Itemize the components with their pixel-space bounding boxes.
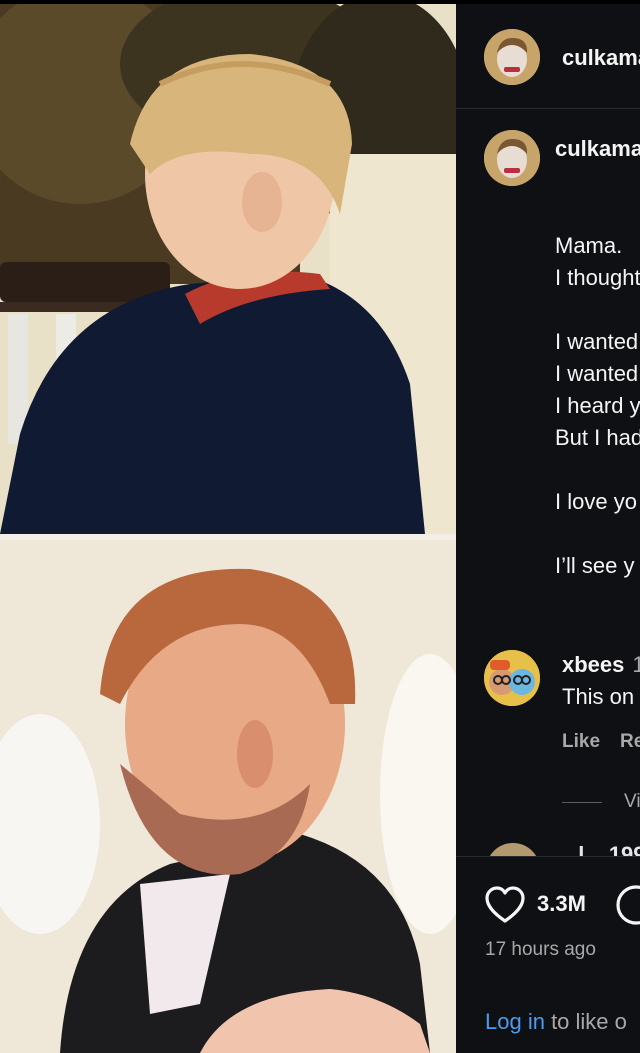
caption-line xyxy=(555,294,640,326)
post-caption: Mama. I thought I wanted I wanted I heard y… xyxy=(555,166,640,646)
post-header: culkamama xyxy=(456,0,640,109)
comment-author[interactable]: xbees 1 xyxy=(562,652,640,678)
caption-line: I love yo xyxy=(555,489,637,514)
caption-line: Mama. xyxy=(555,233,623,258)
replies-divider xyxy=(562,801,602,803)
heart-icon[interactable] xyxy=(484,885,526,925)
like-count[interactable]: 3.3M xyxy=(537,891,586,917)
view-replies-label[interactable]: Vi xyxy=(624,791,640,813)
comment-text: This on xyxy=(562,684,635,709)
caption-author-avatar[interactable] xyxy=(484,130,540,186)
comment-actions: Like Re xyxy=(562,731,640,753)
caption-line: I’ll see y xyxy=(555,553,635,578)
caption-line: I wanted xyxy=(555,329,639,354)
post-footer: 3.3M 17 hours ago Log in to like o xyxy=(456,856,640,1053)
post-timestamp: 17 hours ago xyxy=(485,939,596,960)
login-prompt-suffix: to like o xyxy=(544,1009,627,1034)
caption-line xyxy=(555,454,640,486)
caption-author-username[interactable]: culkamama xyxy=(555,136,640,162)
author-username[interactable]: culkamama xyxy=(562,45,640,71)
post-photo xyxy=(0,4,456,1053)
commenter-avatar[interactable] xyxy=(484,650,540,706)
comment-reply-button[interactable]: Re xyxy=(620,731,640,752)
caption-line xyxy=(555,518,640,550)
login-link[interactable]: Log in xyxy=(485,1009,545,1034)
comment-like-button[interactable]: Like xyxy=(562,731,600,752)
caption-line: I thought xyxy=(555,265,640,290)
view-replies-button[interactable]: Vi xyxy=(562,791,640,813)
caption-line: I heard y xyxy=(555,393,640,418)
comment-time: 1 xyxy=(632,652,640,677)
caption-line: I wanted xyxy=(555,361,639,386)
comment-bubble-icon[interactable] xyxy=(614,883,640,927)
post-side-panel: culkamama culkamama Mama. I thought I wan… xyxy=(456,0,640,1053)
comment-author-name[interactable]: xbees xyxy=(562,652,624,677)
caption-line: But I had xyxy=(555,425,640,450)
login-prompt: Log in to like o xyxy=(485,1009,627,1035)
author-avatar[interactable] xyxy=(484,29,540,85)
